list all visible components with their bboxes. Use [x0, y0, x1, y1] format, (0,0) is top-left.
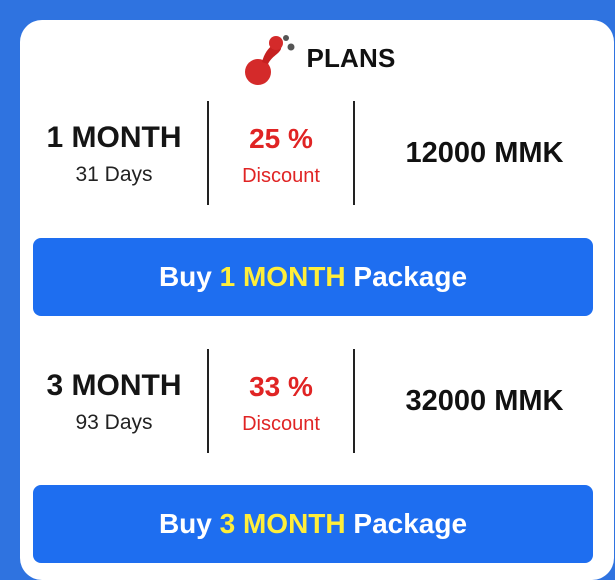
plan-days: 93 Days: [75, 411, 153, 434]
plan-price: 32000 MMK: [405, 385, 564, 417]
plan-price: 12000 MMK: [405, 137, 564, 169]
discount-label: Discount: [242, 165, 320, 187]
plans-header: PLANS: [20, 34, 614, 86]
buy-button-highlight: 3 MONTH: [219, 508, 346, 539]
page-title: PLANS: [306, 42, 396, 73]
buy-button-suffix: Package: [345, 508, 468, 539]
buy-button-highlight: 1 MONTH: [219, 261, 346, 292]
app-logo-icon: [245, 35, 295, 85]
plan-row-1-month: 1 MONTH 31 Days 25 % Discount 12000 MMK: [20, 101, 614, 207]
discount-percent: 33 %: [249, 371, 313, 402]
buy-1-month-button[interactable]: Buy 1 MONTH Package: [33, 238, 593, 316]
buy-button-suffix: Package: [345, 261, 468, 292]
plan-name: 3 MONTH: [46, 369, 182, 402]
plan-row-3-month: 3 MONTH 93 Days 33 % Discount 32000 MMK: [20, 349, 614, 455]
plans-card: PLANS 1 MONTH 31 Days 25 % Discount 1200…: [20, 20, 614, 580]
buy-button-prefix: Buy: [158, 508, 220, 539]
buy-3-month-button[interactable]: Buy 3 MONTH Package: [33, 485, 593, 563]
buy-button-prefix: Buy: [158, 261, 220, 292]
discount-label: Discount: [242, 413, 320, 435]
plan-name: 1 MONTH: [46, 121, 182, 154]
discount-percent: 25 %: [249, 123, 313, 154]
plan-days: 31 Days: [75, 163, 153, 186]
